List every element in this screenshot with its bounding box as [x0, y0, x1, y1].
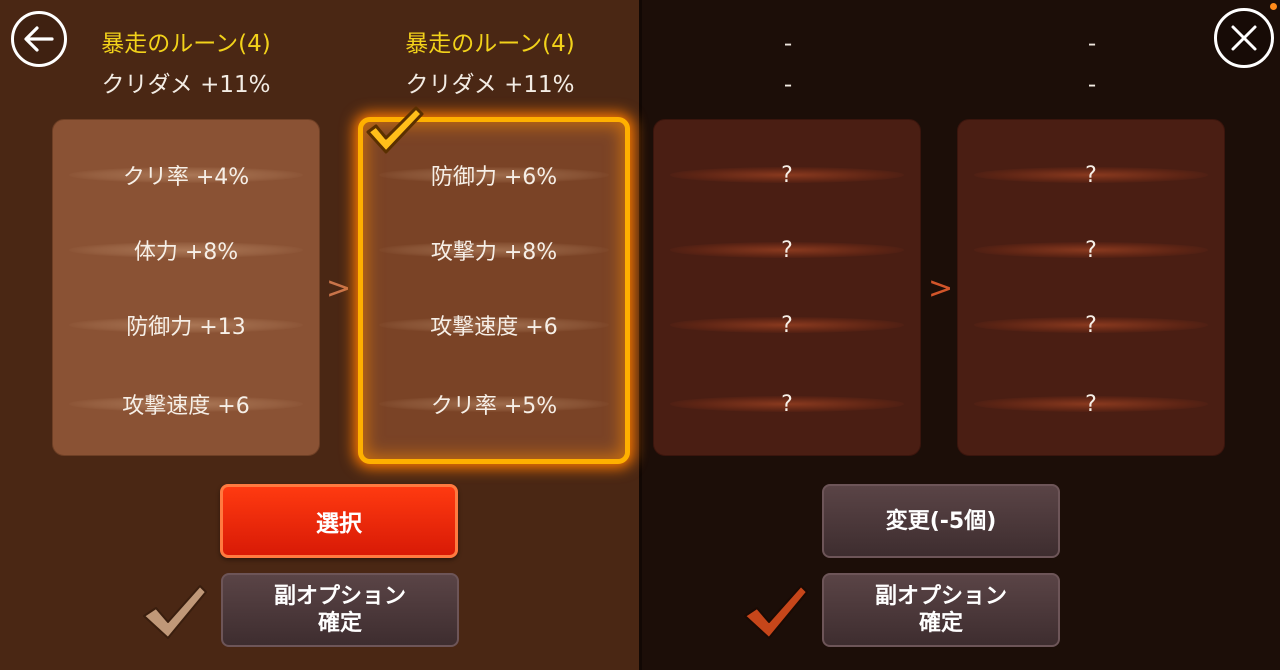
- sub-stat: ?: [958, 155, 1224, 195]
- confirm-sub-option-button-left[interactable]: 副オプション 確定: [221, 573, 459, 647]
- confirm-sub-option-button-right[interactable]: 副オプション 確定: [822, 573, 1060, 647]
- rune-name-2: 暴走のルーン(4): [405, 31, 575, 57]
- sub-stat: ?: [654, 305, 920, 345]
- compare-arrow-right: >: [928, 271, 954, 306]
- sub-stat: 攻撃力 +8%: [363, 230, 625, 270]
- sub-stat: 防御力 +13: [53, 305, 319, 345]
- confirm-label-line1: 副オプション: [874, 584, 1007, 609]
- rune-name-3: -: [783, 31, 793, 57]
- confirm-label-line2: 確定: [317, 611, 362, 636]
- compare-arrow-left: >: [326, 271, 352, 306]
- rune-name-1: 暴走のルーン(4): [101, 31, 271, 57]
- sub-stat: ?: [654, 230, 920, 270]
- close-icon: [1231, 25, 1257, 51]
- sub-stat: ?: [654, 384, 920, 424]
- rune-main-stat-2: クリダメ +11%: [405, 72, 575, 98]
- rune-main-stat-1: クリダメ +11%: [101, 72, 271, 98]
- rune-name-4: -: [1087, 31, 1097, 57]
- sub-stat: ?: [958, 384, 1224, 424]
- panel-divider: [639, 0, 642, 670]
- sub-stat: 体力 +8%: [53, 230, 319, 270]
- confirm-toggle-checkmark-icon-right[interactable]: [741, 580, 811, 642]
- change-button[interactable]: 変更(-5個): [822, 484, 1060, 558]
- sub-stat: クリ率 +5%: [363, 384, 625, 424]
- confirm-toggle-checkmark-icon-left[interactable]: [140, 580, 210, 642]
- sub-stat: 防御力 +6%: [363, 155, 625, 195]
- selected-checkmark-icon: [366, 106, 424, 154]
- rune-card-current[interactable]: クリ率 +4% 体力 +8% 防御力 +13 攻撃速度 +6: [52, 119, 320, 456]
- rune-card-result-empty: ? ? ? ?: [957, 119, 1225, 456]
- sub-stat: 攻撃速度 +6: [53, 384, 319, 424]
- confirm-label-line2: 確定: [918, 611, 963, 636]
- rune-card-result-selected[interactable]: 防御力 +6% 攻撃力 +8% 攻撃速度 +6 クリ率 +5%: [358, 117, 630, 464]
- sub-stat: 攻撃速度 +6: [363, 305, 625, 345]
- confirm-label-line1: 副オプション: [273, 584, 406, 609]
- sub-stat: ?: [958, 230, 1224, 270]
- rune-card-current-empty: ? ? ? ?: [653, 119, 921, 456]
- sub-stat: クリ率 +4%: [53, 155, 319, 195]
- rune-main-stat-4: -: [1087, 72, 1097, 98]
- rune-main-stat-3: -: [783, 72, 793, 98]
- notification-dot: [1270, 3, 1277, 10]
- sub-stat: ?: [958, 305, 1224, 345]
- sub-stat: ?: [654, 155, 920, 195]
- select-button[interactable]: 選択: [220, 484, 458, 558]
